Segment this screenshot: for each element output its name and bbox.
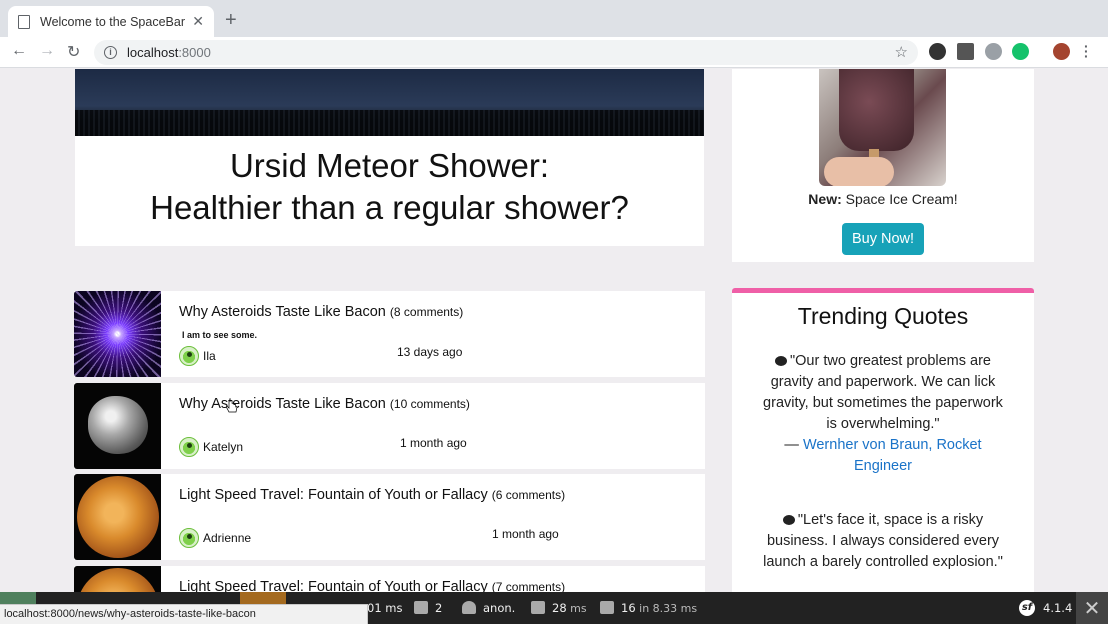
tab-bar: Welcome to the SpaceBar ✕ + — [0, 0, 1108, 37]
quotes-title: Trending Quotes — [797, 303, 969, 329]
sf-logs[interactable]: 2 — [414, 601, 442, 615]
link-status-bar: localhost:8000/news/why-asteroids-taste-… — [0, 604, 368, 624]
extension-icon[interactable] — [929, 43, 946, 60]
browser-tab[interactable]: Welcome to the SpaceBar ✕ — [8, 6, 214, 37]
address-bar[interactable]: i localhost:8000 ☆ — [94, 40, 918, 65]
hero-title: Ursid Meteor Shower: Healthier than a re… — [150, 147, 629, 226]
hero-card: Ursid Meteor Shower: Healthier than a re… — [75, 69, 704, 246]
author-avatar — [179, 437, 199, 457]
forward-icon[interactable]: → — [39, 42, 55, 60]
article-title[interactable]: Why Asteroids Taste Like Bacon (10 comme… — [179, 396, 470, 412]
sf-database[interactable]: 16 in 8.33 ms — [600, 601, 697, 615]
author-name: Adrienne — [203, 531, 252, 545]
article-date: 1 month ago — [400, 436, 467, 450]
sf-user[interactable]: anon. — [462, 601, 515, 615]
quote-item: "Our two greatest problems are gravity a… — [763, 353, 1003, 474]
ad-text: New: Space Ice Cream! — [808, 191, 958, 207]
grammarly-icon[interactable] — [1012, 43, 1029, 60]
speech-bubble-icon — [775, 356, 787, 366]
profile-avatar[interactable] — [1053, 43, 1070, 60]
article-item[interactable]: Why Asteroids Taste Like Bacon (8 commen… — [74, 291, 705, 377]
buy-now-button[interactable]: Buy Now! — [842, 223, 924, 255]
author-name: Ila — [203, 349, 216, 363]
article-item[interactable]: Light Speed Travel: Fountain of Youth or… — [74, 474, 705, 560]
back-icon[interactable]: ← — [11, 42, 27, 60]
layers-extension-icon[interactable] — [957, 43, 974, 60]
author-avatar — [179, 346, 199, 366]
menu-icon[interactable]: · · · — [1084, 39, 1089, 63]
speech-bubble-icon — [782, 515, 795, 525]
close-toolbar-icon[interactable]: ✕ — [1076, 592, 1108, 624]
article-title[interactable]: Why Asteroids Taste Like Bacon (8 commen… — [179, 304, 463, 320]
quote-item: "Let's face it, space is a risky busines… — [763, 512, 1003, 570]
article-subtitle: I am to see some. — [182, 330, 258, 340]
database-icon — [600, 601, 614, 614]
article-thumbnail[interactable] — [74, 474, 161, 560]
sf-time[interactable]: 28 ms — [531, 601, 587, 615]
url-port: :8000 — [178, 45, 211, 60]
article-date: 1 month ago — [492, 527, 559, 541]
trending-quotes-card: Trending Quotes "Our two greatest proble… — [732, 288, 1034, 624]
reload-icon[interactable]: ↻ — [67, 42, 80, 62]
author-avatar — [179, 528, 199, 548]
user-icon — [462, 601, 476, 614]
article-date: 13 days ago — [397, 345, 463, 359]
sf-ms[interactable]: 01 ms — [367, 601, 402, 615]
bookmark-star-icon[interactable]: ☆ — [895, 43, 908, 61]
sf-version[interactable]: 4.1.4 — [1043, 601, 1072, 615]
url-host: localhost — [127, 45, 179, 60]
extension-icon[interactable] — [985, 43, 1002, 60]
hand-cursor-icon — [226, 400, 238, 413]
article-title[interactable]: Light Speed Travel: Fountain of Youth or… — [179, 487, 565, 503]
article-thumbnail[interactable] — [74, 291, 161, 377]
hero-image — [75, 69, 704, 136]
ad-card: New: Space Ice Cream! Buy Now! — [732, 69, 1034, 262]
article-item[interactable]: Why Asteroids Taste Like Bacon (10 comme… — [74, 383, 705, 469]
time-icon — [531, 601, 545, 614]
ice-cream-image — [819, 69, 946, 186]
quote-author-link[interactable]: Wernher von Braun, Rocket Engineer — [803, 437, 982, 474]
browser-toolbar: ← → ↻ i localhost:8000 ☆ · · · — [0, 37, 1108, 68]
info-icon[interactable]: i — [104, 46, 117, 59]
author-name: Katelyn — [203, 440, 244, 454]
close-tab-icon[interactable]: ✕ — [192, 13, 204, 30]
symfony-logo-icon[interactable]: sf — [1019, 600, 1035, 616]
page-icon — [18, 14, 30, 29]
article-thumbnail[interactable] — [74, 383, 161, 469]
new-tab-icon[interactable]: + — [225, 9, 237, 32]
tab-title: Welcome to the SpaceBar — [40, 14, 185, 29]
logs-icon — [414, 601, 428, 614]
